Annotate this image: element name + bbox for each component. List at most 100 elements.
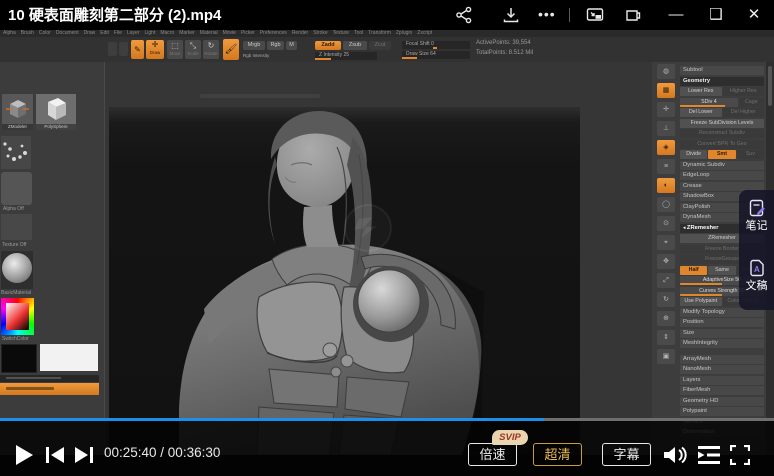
zadd-button[interactable]: Zadd <box>315 41 341 50</box>
download-icon[interactable] <box>502 6 520 24</box>
palette-section-arraymesh[interactable]: ArrayMesh <box>680 355 764 364</box>
transcript-button[interactable]: A 文稿 <box>739 258 774 293</box>
menu-brush[interactable]: Brush <box>21 30 34 37</box>
transp-icon[interactable]: ◐ <box>657 178 675 193</box>
divide-button[interactable]: Divide <box>680 150 707 159</box>
close-button[interactable]: ✕ <box>744 5 764 25</box>
menu-file[interactable]: File <box>114 30 122 37</box>
palette-section-size[interactable]: Size <box>680 329 764 338</box>
tray-row-selected[interactable] <box>0 383 99 395</box>
video-frame[interactable]: Alpha Brush Color Document Draw Edit File Layer… <box>0 30 774 455</box>
more-menu-icon[interactable]: ••• <box>538 6 556 24</box>
convert-bpr-to-geo-button[interactable]: Convert BPR To Geo <box>680 140 764 149</box>
menu-preferences[interactable]: Preferences <box>260 30 287 37</box>
rotate-mode-button[interactable]: ↻ Rotate <box>203 40 219 59</box>
rotate-icon[interactable]: ↻ <box>657 292 675 307</box>
alpha-thumbnail[interactable] <box>1 172 32 205</box>
sculpt-viewport[interactable] <box>109 107 580 455</box>
scale-icon[interactable]: ⤢ <box>657 273 675 288</box>
palette-section-geometry[interactable]: Geometry <box>680 77 764 86</box>
lightbox-button[interactable] <box>108 42 117 56</box>
cast-icon[interactable] <box>624 6 642 24</box>
menu-edit[interactable]: Edit <box>100 30 109 37</box>
menu-movie[interactable]: Movie <box>223 30 236 37</box>
edit-mode-button[interactable]: ✎ <box>131 40 144 59</box>
actual-icon[interactable]: ▣ <box>657 349 675 364</box>
quality-button[interactable]: 超清 <box>533 443 582 466</box>
maximize-button[interactable]: ❑ <box>706 5 726 25</box>
floor-icon[interactable]: ⊥ <box>657 121 675 136</box>
edit-object-button[interactable] <box>119 42 128 56</box>
half-button[interactable]: Half <box>680 266 707 275</box>
cage-button[interactable]: Cage <box>739 98 764 107</box>
use-polypaint-button[interactable]: Use Polypaint <box>680 297 722 306</box>
same-button[interactable]: Same <box>708 266 735 275</box>
zcut-button[interactable]: Zcut <box>369 41 391 50</box>
play-button[interactable] <box>14 444 34 466</box>
tray-row-dark[interactable] <box>0 375 99 382</box>
menu-tool[interactable]: Tool <box>354 30 363 37</box>
scale-mode-button[interactable]: ⤡ Scale <box>185 40 201 59</box>
lsym-icon[interactable]: ≡ <box>657 159 675 174</box>
mrgb-button[interactable]: Mrgb <box>243 41 265 50</box>
playlist-icon[interactable] <box>698 446 720 464</box>
menu-render[interactable]: Render <box>292 30 308 37</box>
stroke-thumbnail[interactable] <box>1 136 31 169</box>
menu-document[interactable]: Document <box>56 30 79 37</box>
share-icon[interactable] <box>455 6 473 24</box>
palette-section-subtool[interactable]: Subtool <box>680 66 764 75</box>
main-color-swatch[interactable] <box>1 344 37 373</box>
menu-color[interactable]: Color <box>39 30 51 37</box>
pip-icon[interactable] <box>586 6 604 24</box>
next-button[interactable] <box>74 447 93 463</box>
brush-thumbnail[interactable]: ZModeler <box>2 94 33 130</box>
tool-thumbnail[interactable]: PolySphere <box>36 94 76 130</box>
del-higher-button[interactable]: Del Higher <box>723 108 765 117</box>
palette-section-position[interactable]: Position <box>680 318 764 327</box>
current-brush-button[interactable]: 🖌 <box>223 39 239 60</box>
lower-res-button[interactable]: Lower Res <box>680 87 722 96</box>
zoom-icon[interactable]: ⊕ <box>657 311 675 326</box>
local-icon[interactable]: ◈ <box>657 140 675 155</box>
menu-draw[interactable]: Draw <box>84 30 96 37</box>
reconstruct-subdiv-button[interactable]: Reconstruct Subdiv <box>680 129 764 138</box>
fullscreen-icon[interactable] <box>730 445 750 465</box>
color-sv-square[interactable] <box>6 303 29 330</box>
suv-button[interactable]: Suv <box>737 150 764 159</box>
m-button[interactable]: M <box>286 41 297 50</box>
rgb-intensity-label[interactable]: Rgb Intensity <box>243 52 269 59</box>
z-intensity-slider[interactable]: Z Intensity 25 <box>315 52 377 60</box>
texture-thumbnail[interactable] <box>1 214 32 240</box>
palette-section-meshintegrity[interactable]: MeshIntegrity <box>680 339 764 348</box>
palette-section-polypaint[interactable]: Polypaint <box>680 407 764 416</box>
menu-material[interactable]: Material <box>200 30 218 37</box>
freeze-subdivision-levels-button[interactable]: Freeze SubDivision Levels <box>680 119 764 128</box>
palette-section-geometry-hd[interactable]: Geometry HD <box>680 397 764 406</box>
palette-section-edgeloop[interactable]: EdgeLoop <box>680 171 764 180</box>
rgb-button[interactable]: Rgb <box>267 41 284 50</box>
draw-size-slider[interactable]: Draw Size 64 <box>402 51 470 59</box>
palette-section-dynamic-subdiv[interactable]: Dynamic Subdiv <box>680 161 764 170</box>
polyframe-icon[interactable]: ▦ <box>657 83 675 98</box>
palette-section-layers[interactable]: Layers <box>680 376 764 385</box>
persp-icon[interactable]: ✛ <box>657 102 675 117</box>
zsub-button[interactable]: Zsub <box>343 41 367 50</box>
palette-section-nanomesh[interactable]: NanoMesh <box>680 365 764 374</box>
menu-transform[interactable]: Transform <box>368 30 391 37</box>
menu-marker[interactable]: Marker <box>179 30 195 37</box>
sdiv-4-slider[interactable]: SDiv 4 <box>680 98 738 107</box>
previous-button[interactable] <box>46 447 65 463</box>
notes-button[interactable]: 笔记 <box>739 198 774 233</box>
higher-res-button[interactable]: Higher Res <box>723 87 765 96</box>
move-icon[interactable]: ✥ <box>657 254 675 269</box>
subtitle-button[interactable]: 字幕 <box>602 443 651 466</box>
secondary-color-swatch[interactable] <box>40 344 98 371</box>
menu-alpha[interactable]: Alpha <box>3 30 16 37</box>
progress-bar[interactable] <box>0 418 774 421</box>
color-picker[interactable] <box>1 298 34 335</box>
smt-button[interactable]: Smt <box>708 150 735 159</box>
scroll-icon[interactable]: ⇕ <box>657 330 675 345</box>
material-thumbnail[interactable] <box>1 251 33 289</box>
menu-light[interactable]: Light <box>144 30 155 37</box>
del-lower-button[interactable]: Del Lower <box>680 108 722 117</box>
